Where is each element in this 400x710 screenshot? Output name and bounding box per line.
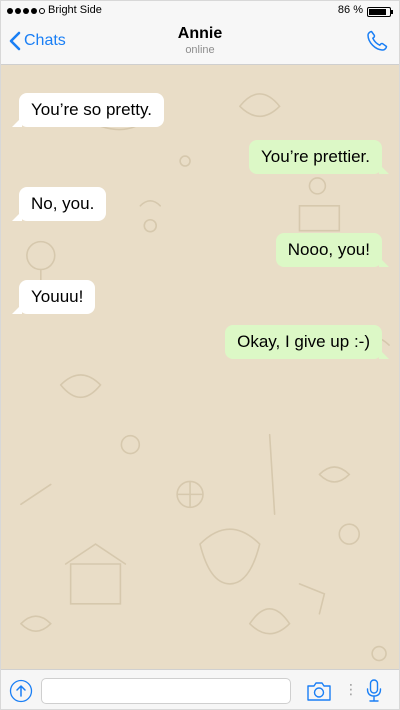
message-input[interactable]	[41, 678, 291, 704]
contact-name: Annie	[177, 25, 223, 42]
contact-info[interactable]: Annie online	[1, 25, 399, 56]
outgoing-message[interactable]: Nooo, you!	[275, 233, 390, 267]
signal-dots-icon	[7, 8, 45, 14]
message-input-bar: ⋮	[1, 669, 399, 709]
phone-screen: Bright Side 86 % Chats Annie online You’…	[0, 0, 400, 710]
status-bar: Bright Side 86 %	[1, 1, 399, 21]
message-list[interactable]: You’re so pretty. You’re prettier. No, y…	[1, 65, 399, 669]
conversation-header: Chats Annie online	[1, 21, 399, 65]
outgoing-message[interactable]: You’re prettier.	[249, 140, 389, 174]
contact-status: online	[185, 44, 215, 56]
incoming-message[interactable]: Youuu!	[11, 280, 96, 314]
upload-icon[interactable]	[9, 679, 33, 703]
incoming-message[interactable]: You’re so pretty.	[12, 93, 164, 127]
carrier-name: Bright Side	[48, 4, 102, 16]
outgoing-message[interactable]: Okay, I give up :-)	[225, 325, 389, 359]
camera-icon[interactable]	[306, 680, 332, 702]
incoming-message[interactable]: No, you.	[11, 187, 107, 221]
phone-call-icon	[367, 30, 388, 51]
battery-percentage: 86 %	[337, 4, 363, 16]
call-button[interactable]	[365, 29, 389, 58]
battery-icon	[367, 7, 393, 17]
separator-dots: ⋮	[344, 681, 358, 697]
microphone-icon[interactable]	[365, 678, 383, 704]
